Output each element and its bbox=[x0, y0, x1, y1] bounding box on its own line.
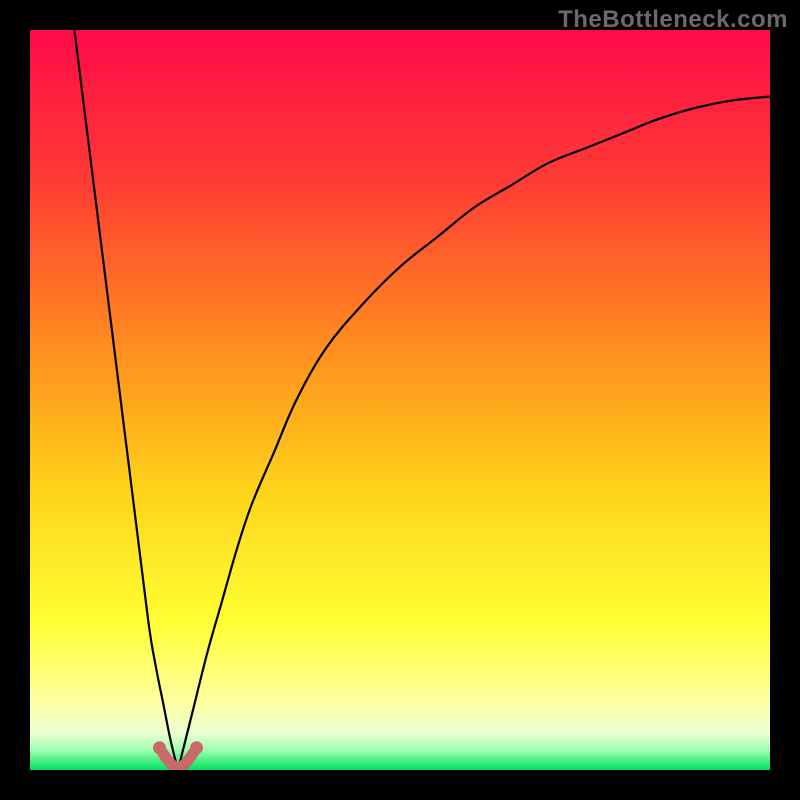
trough-highlight-dot-1 bbox=[190, 741, 203, 754]
trough-highlight-dot-0 bbox=[153, 741, 166, 754]
chart-plot-area bbox=[30, 30, 770, 770]
chart-background-gradient bbox=[30, 30, 770, 770]
chart-svg bbox=[30, 30, 770, 770]
chart-frame: TheBottleneck.com bbox=[0, 0, 800, 800]
